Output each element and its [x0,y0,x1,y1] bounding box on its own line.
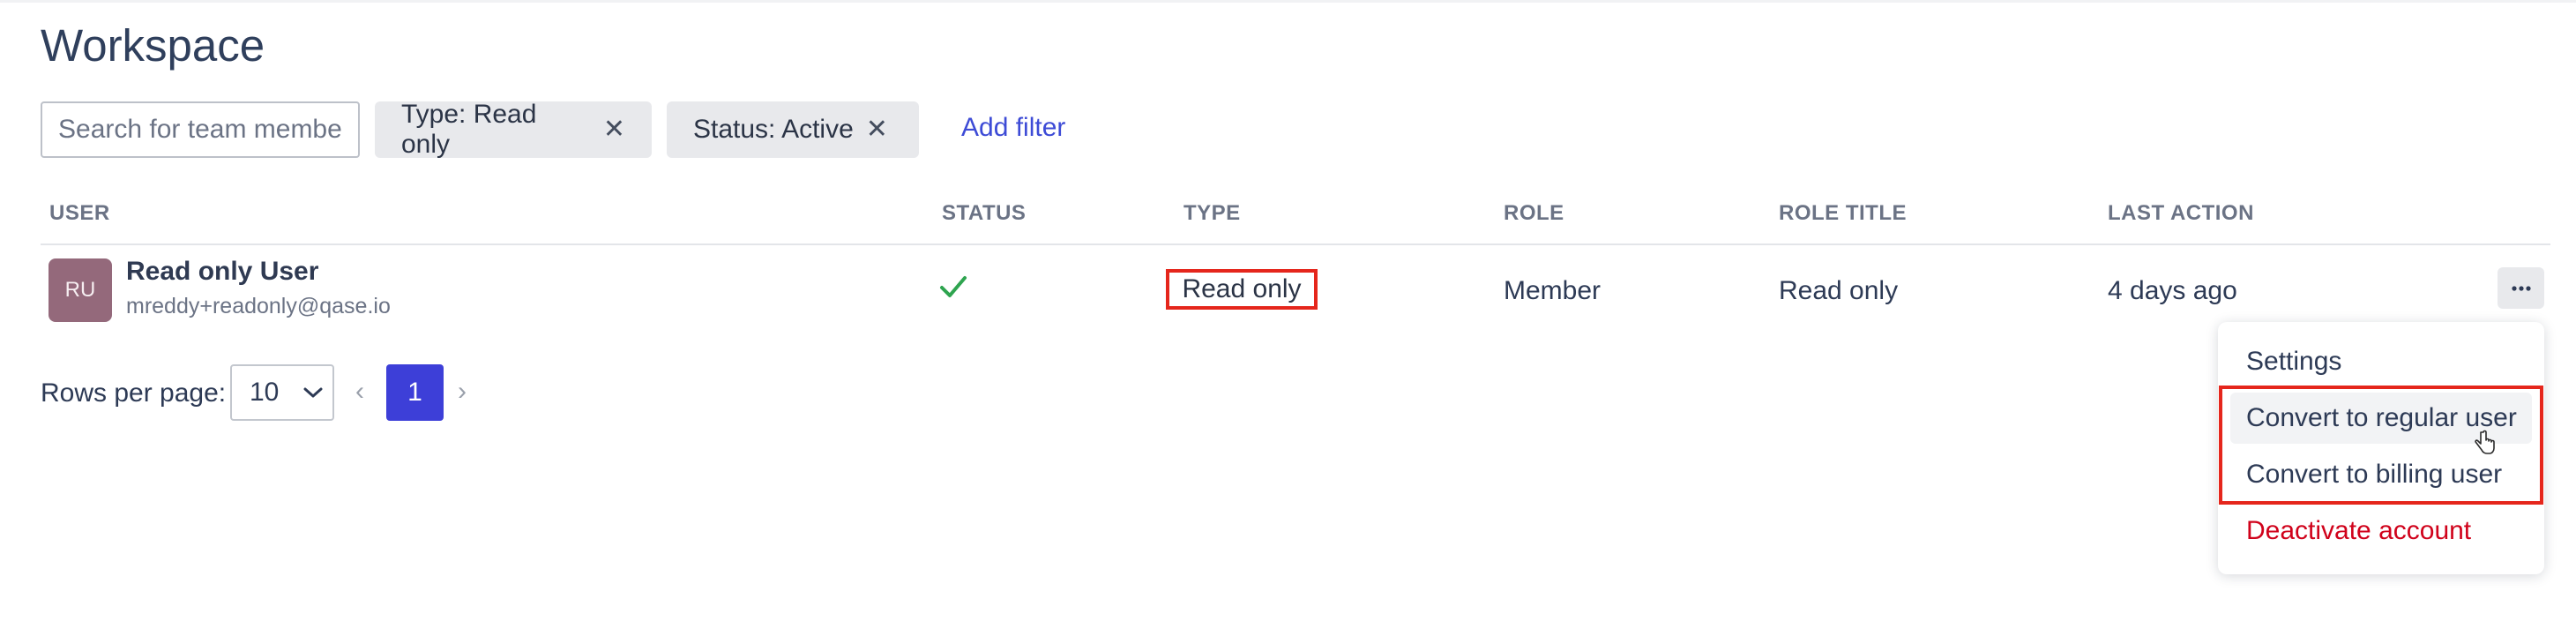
rows-per-page-label: Rows per page: [41,378,227,408]
previous-page-button[interactable]: ‹ [355,377,364,407]
rows-per-page-value: 10 [250,378,280,407]
row-actions-button[interactable] [2498,267,2544,309]
menu-item-deactivate[interactable]: Deactivate account [2246,516,2471,546]
filter-chip-label: Status: Active [693,115,854,144]
column-header-status[interactable]: STATUS [942,201,1026,226]
type-cell: Read only [1166,269,1318,310]
menu-item-settings[interactable]: Settings [2246,347,2341,377]
page-title: Workspace [41,20,265,71]
search-input[interactable] [41,101,360,158]
filter-chip-label: Type: Read only [401,100,537,159]
last-action-cell: 4 days ago [2108,276,2237,305]
chevron-down-icon [303,387,323,398]
role-title-cell: Read only [1779,276,1899,305]
next-page-button[interactable]: › [458,377,467,407]
column-header-last-action[interactable]: LAST ACTION [2108,201,2254,226]
table-header-divider [41,243,2550,245]
page-button-current[interactable]: 1 [386,364,444,421]
more-horizontal-icon [2511,285,2531,291]
role-cell: Member [1504,276,1602,305]
user-email: mreddy+readonly@qase.io [126,294,391,318]
top-border [0,0,2576,3]
column-header-role[interactable]: ROLE [1504,201,1564,226]
menu-item-convert-regular[interactable]: Convert to regular user [2246,403,2517,433]
menu-item-convert-billing[interactable]: Convert to billing user [2246,460,2502,490]
hand-cursor-icon [2474,430,2497,461]
close-icon[interactable]: ✕ [603,116,625,143]
user-name[interactable]: Read only User [126,257,318,287]
check-icon [939,273,967,304]
column-header-role-title[interactable]: ROLE TITLE [1779,201,1907,226]
column-header-type[interactable]: TYPE [1183,201,1241,226]
type-value: Read only [1182,274,1302,303]
filter-chip-status[interactable]: Status: Active ✕ [667,101,919,158]
filter-chip-type[interactable]: Type: Read only ✕ [375,100,652,159]
column-header-user[interactable]: USER [49,201,110,226]
rows-per-page-select[interactable]: 10 [230,364,334,421]
add-filter-button[interactable]: Add filter [961,113,1065,143]
close-icon[interactable]: ✕ [866,116,888,143]
avatar: RU [49,258,112,322]
